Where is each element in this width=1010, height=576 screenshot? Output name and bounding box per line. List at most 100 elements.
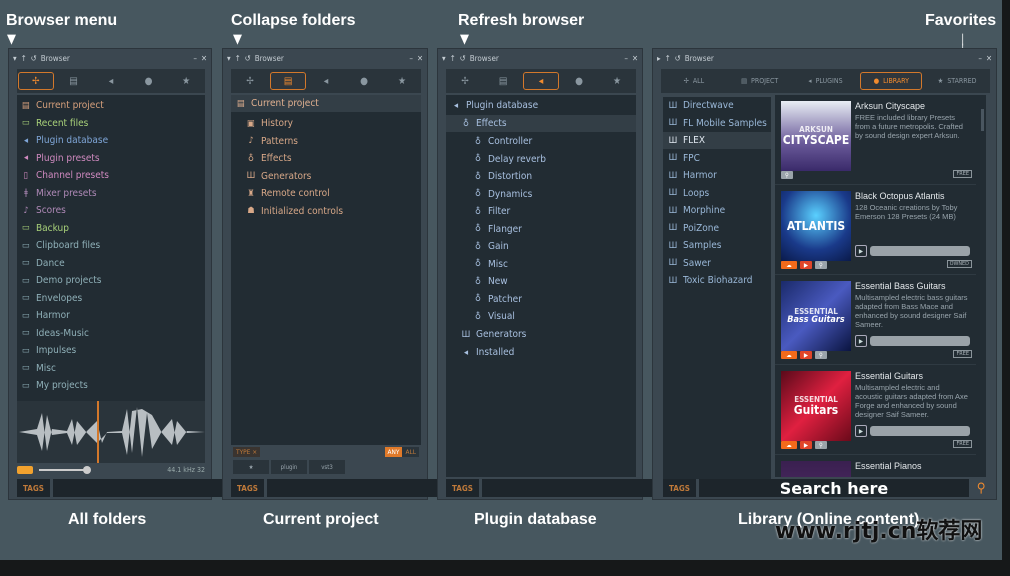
- tab-plugins[interactable]: ◂ PLUGINS: [794, 72, 856, 90]
- search-input[interactable]: [266, 479, 444, 497]
- search-input[interactable]: Search here: [698, 479, 969, 498]
- folder-item[interactable]: ▭ Ideas-Music: [17, 325, 205, 342]
- tree-item[interactable]: ♁ Flanger: [446, 221, 636, 238]
- folder-item[interactable]: ▭ Dance: [17, 255, 205, 272]
- tree-item[interactable]: ♁ Effects: [231, 150, 421, 167]
- tree-item[interactable]: ☗ Initialized controls: [231, 203, 421, 220]
- folder-item[interactable]: ▭ Impulses: [17, 342, 205, 359]
- library-folder[interactable]: Ш Morphine: [663, 202, 771, 219]
- minimize-icon[interactable]: –: [978, 54, 982, 63]
- refresh-icon[interactable]: ↺: [245, 54, 251, 63]
- tab-all[interactable]: ✢ ALL: [663, 72, 725, 90]
- tree-item[interactable]: ♁ Controller: [446, 133, 636, 150]
- all-toggle[interactable]: ALL: [402, 447, 419, 457]
- minimize-icon[interactable]: –: [193, 54, 197, 63]
- soundcloud-icon[interactable]: ☁: [781, 351, 797, 359]
- library-card[interactable]: ARKSUN CITYSCAPE Arksun Cityscape FREE incl…: [775, 95, 976, 185]
- library-folder[interactable]: Ш Samples: [663, 237, 771, 254]
- close-icon[interactable]: ✕: [201, 54, 207, 63]
- search-input[interactable]: [52, 479, 230, 497]
- library-folder[interactable]: Ш Harmor: [663, 167, 771, 184]
- zoom-preview-icon[interactable]: ⚲: [781, 171, 793, 179]
- tree-item[interactable]: ♜ Remote control: [231, 185, 421, 202]
- tree-item[interactable]: ♁ Misc: [446, 256, 636, 273]
- folder-item[interactable]: ▯ Channel presets: [17, 167, 205, 184]
- folder-item[interactable]: ▭ Envelopes: [17, 290, 205, 307]
- tree-node-generators[interactable]: Ш Generators: [446, 326, 636, 343]
- browser-menu-icon[interactable]: ▸: [657, 54, 661, 63]
- folder-item[interactable]: ▭ Demo projects: [17, 272, 205, 289]
- refresh-icon[interactable]: ↺: [31, 54, 37, 63]
- close-icon[interactable]: ✕: [417, 54, 423, 63]
- tab-project[interactable]: ▤: [55, 72, 91, 90]
- soundcloud-icon[interactable]: ☁: [781, 261, 797, 269]
- tab-library[interactable]: ● LIBRARY: [860, 72, 923, 90]
- record-toggle[interactable]: [17, 466, 33, 474]
- minimize-icon[interactable]: –: [409, 54, 413, 63]
- tree-node-installed[interactable]: ◂ Installed: [446, 344, 636, 361]
- library-folder[interactable]: Ш Toxic Biohazard: [663, 272, 771, 289]
- tree-item[interactable]: ♪ Patterns: [231, 133, 421, 150]
- collapse-icon[interactable]: ↑: [235, 54, 241, 63]
- tree-item[interactable]: ♁ Dynamics: [446, 186, 636, 203]
- tree-item[interactable]: ♁ Gain: [446, 238, 636, 255]
- tab-all[interactable]: ✢: [17, 72, 54, 90]
- tab-plugins[interactable]: ◂: [523, 72, 559, 90]
- tree-item[interactable]: ♁ Distortion: [446, 168, 636, 185]
- tab-project[interactable]: ▤: [485, 72, 521, 90]
- folder-item[interactable]: ǂ Mixer presets: [17, 185, 205, 202]
- zoom-preview-icon[interactable]: ⚲: [815, 351, 827, 359]
- browser-menu-icon[interactable]: ▾: [13, 54, 17, 63]
- youtube-icon[interactable]: ▶: [800, 351, 812, 359]
- refresh-icon[interactable]: ↺: [460, 54, 466, 63]
- folder-item[interactable]: ▭ Clipboard files: [17, 237, 205, 254]
- tree-root-plugin-database[interactable]: ◂ Plugin database: [446, 97, 636, 114]
- filter-button[interactable]: vst3: [309, 460, 345, 474]
- close-icon[interactable]: ✕: [632, 54, 638, 63]
- filter-button[interactable]: plugin: [271, 460, 307, 474]
- search-icon[interactable]: ⚲: [972, 481, 990, 496]
- folder-item[interactable]: ◂ Plugin presets: [17, 150, 205, 167]
- tab-project[interactable]: ▤: [270, 72, 306, 90]
- youtube-icon[interactable]: ▶: [800, 441, 812, 449]
- collapse-icon[interactable]: ↑: [665, 54, 671, 63]
- tab-starred[interactable]: ★: [384, 72, 420, 90]
- library-folder[interactable]: Ш Loops: [663, 185, 771, 202]
- tab-starred[interactable]: ★: [599, 72, 635, 90]
- folder-item[interactable]: ◂ Plugin database: [17, 132, 205, 149]
- tree-root-current-project[interactable]: ▤ Current project: [231, 95, 421, 112]
- collapse-icon[interactable]: ↑: [450, 54, 456, 63]
- folder-item[interactable]: ▭ Harmor: [17, 307, 205, 324]
- tab-library[interactable]: ●: [131, 72, 167, 90]
- tree-item[interactable]: ♁ Delay reverb: [446, 151, 636, 168]
- library-folder[interactable]: Ш FLEX: [663, 132, 771, 149]
- youtube-icon[interactable]: ▶: [800, 261, 812, 269]
- folder-item[interactable]: ▭ Recent files: [17, 115, 205, 132]
- library-folder[interactable]: Ш FL Mobile Samples: [663, 115, 771, 132]
- tab-plugins[interactable]: ◂: [308, 72, 344, 90]
- library-folder[interactable]: Ш FPC: [663, 150, 771, 167]
- tree-item[interactable]: ♁ Patcher: [446, 291, 636, 308]
- library-folder[interactable]: Ш PoiZone: [663, 220, 771, 237]
- play-button[interactable]: ▶: [855, 425, 867, 437]
- type-filter-chip[interactable]: TYPE ×: [233, 447, 261, 457]
- folder-item[interactable]: ▭ Misc: [17, 360, 205, 377]
- tags-button[interactable]: TAGS: [663, 479, 696, 497]
- tab-starred[interactable]: ★: [168, 72, 204, 90]
- scrollbar[interactable]: [981, 109, 984, 131]
- tab-library[interactable]: ●: [561, 72, 597, 90]
- folder-item[interactable]: ♪ Scores: [17, 202, 205, 219]
- tree-item[interactable]: Ш Generators: [231, 168, 421, 185]
- close-icon[interactable]: ✕: [986, 54, 992, 63]
- library-card[interactable]: Essential Pianos: [775, 455, 976, 477]
- play-button[interactable]: ▶: [855, 335, 867, 347]
- tree-item[interactable]: ▣ History: [231, 115, 421, 132]
- search-input[interactable]: [481, 479, 659, 497]
- browser-menu-icon[interactable]: ▾: [227, 54, 231, 63]
- folder-item[interactable]: ▭ Backup: [17, 220, 205, 237]
- library-card[interactable]: ESSENTIAL Bass Guitars Essential Bass Guit…: [775, 275, 976, 365]
- tree-item[interactable]: ♁ Filter: [446, 203, 636, 220]
- minimize-icon[interactable]: –: [624, 54, 628, 63]
- tab-library[interactable]: ●: [346, 72, 382, 90]
- tab-all[interactable]: ✢: [447, 72, 483, 90]
